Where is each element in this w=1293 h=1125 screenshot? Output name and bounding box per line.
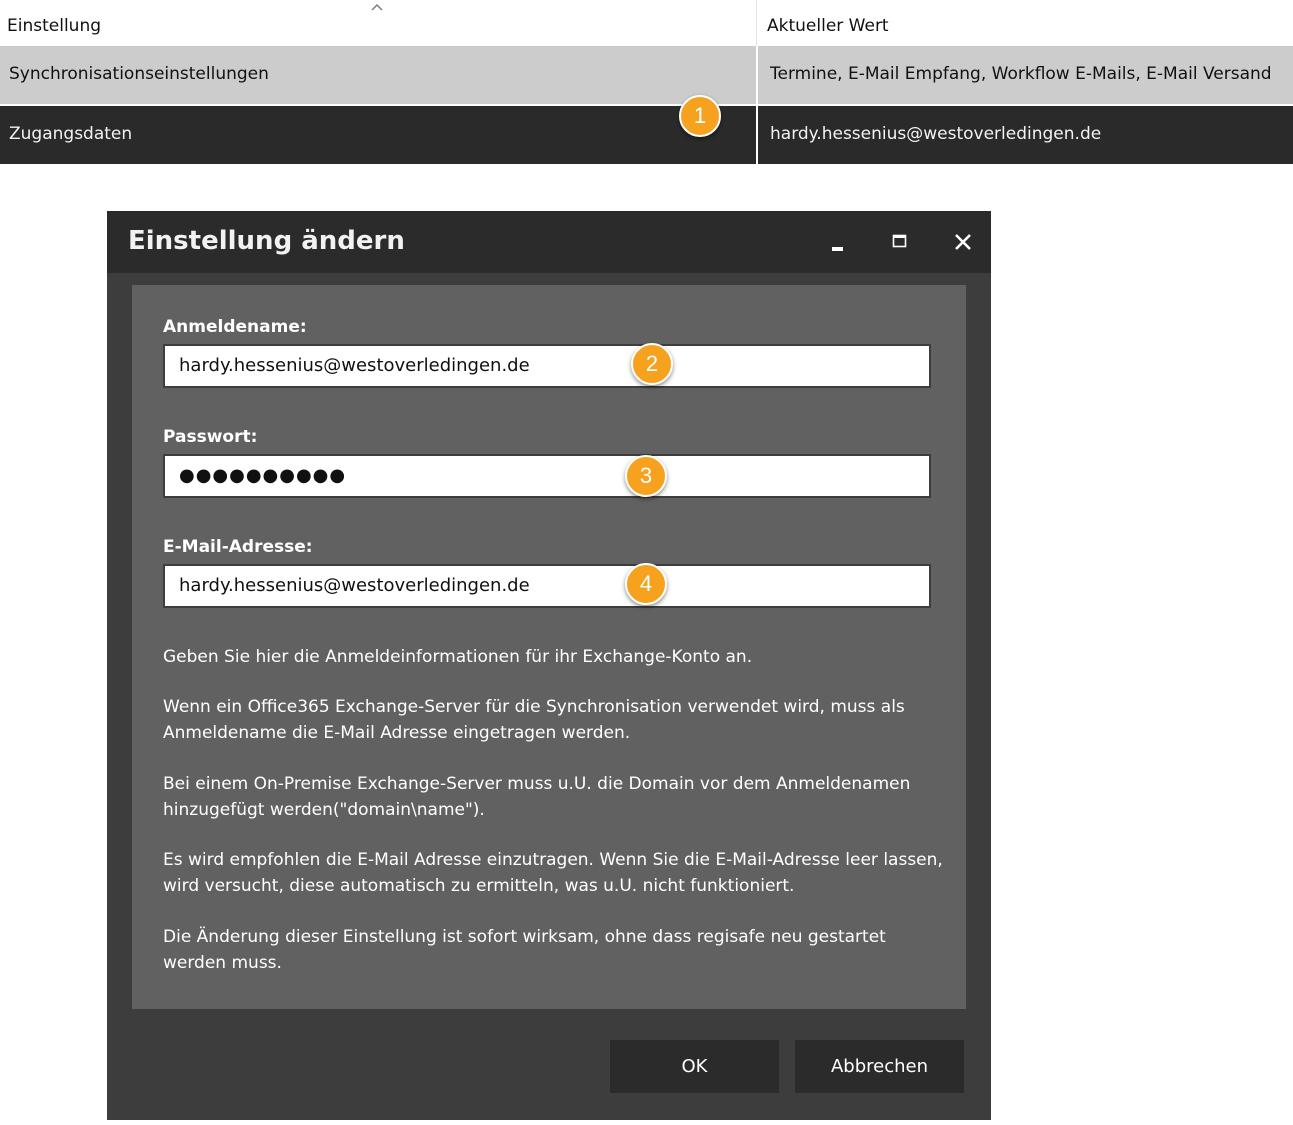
ok-button[interactable]: OK <box>610 1040 779 1093</box>
password-label: Passwort: <box>163 427 258 447</box>
close-icon <box>955 234 971 250</box>
password-input[interactable]: ●●●●●●●●●● <box>163 454 931 498</box>
row-setting-name: Synchronisationseinstellungen <box>9 64 269 84</box>
login-name-label: Anmeldename: <box>163 317 307 337</box>
callout-badge-1: 1 <box>679 95 721 137</box>
email-address-input[interactable]: hardy.hessenius@westoverledingen.de <box>163 564 931 608</box>
login-name-input[interactable]: hardy.hessenius@westoverledingen.de <box>163 344 931 388</box>
callout-badge-3: 3 <box>625 455 667 497</box>
cancel-button[interactable]: Abbrechen <box>795 1040 964 1093</box>
column-divider[interactable] <box>756 0 757 46</box>
callout-badge-2: 2 <box>631 343 673 385</box>
row-setting-name: Zugangsdaten <box>9 124 133 144</box>
callout-badge-4: 4 <box>625 563 667 605</box>
table-row-selected[interactable]: Zugangsdaten hardy.hessenius@westoverled… <box>0 104 1293 164</box>
settings-table: Einstellung Aktueller Wert Synchronisati… <box>0 0 1293 164</box>
help-text-3: Bei einem On-Premise Exchange-Server mus… <box>163 774 911 820</box>
email-address-label: E-Mail-Adresse: <box>163 537 313 557</box>
table-row[interactable]: Synchronisationseinstellungen Termine, E… <box>0 46 1293 104</box>
edit-setting-dialog: Einstellung ändern Anmeldename: hardy.he… <box>107 211 991 1120</box>
maximize-icon <box>892 234 907 248</box>
dialog-content-panel: Anmeldename: hardy.hessenius@westoverled… <box>132 285 966 1009</box>
help-text-5: Die Änderung dieser Einstellung ist sofo… <box>163 927 886 973</box>
minimize-icon <box>832 247 843 251</box>
column-divider <box>756 46 758 104</box>
column-header-current-value[interactable]: Aktueller Wert <box>767 0 889 46</box>
row-setting-value: Termine, E-Mail Empfang, Workflow E-Mail… <box>770 64 1272 84</box>
close-button[interactable] <box>943 223 983 261</box>
help-text-4: Es wird empfohlen die E-Mail Adresse ein… <box>163 850 943 896</box>
help-text-1: Geben Sie hier die Anmeldeinformationen … <box>163 647 753 667</box>
table-header: Einstellung Aktueller Wert <box>0 0 1293 46</box>
dialog-title: Einstellung ändern <box>128 226 405 256</box>
sort-ascending-icon <box>371 4 383 11</box>
dialog-titlebar[interactable]: Einstellung ändern <box>107 211 991 273</box>
column-divider <box>756 106 758 164</box>
minimize-button[interactable] <box>817 223 857 261</box>
maximize-button[interactable] <box>879 223 919 261</box>
row-setting-value: hardy.hessenius@westoverledingen.de <box>770 124 1102 144</box>
help-text-2: Wenn ein Office365 Exchange-Server für d… <box>163 697 905 743</box>
column-header-setting[interactable]: Einstellung <box>7 0 101 46</box>
